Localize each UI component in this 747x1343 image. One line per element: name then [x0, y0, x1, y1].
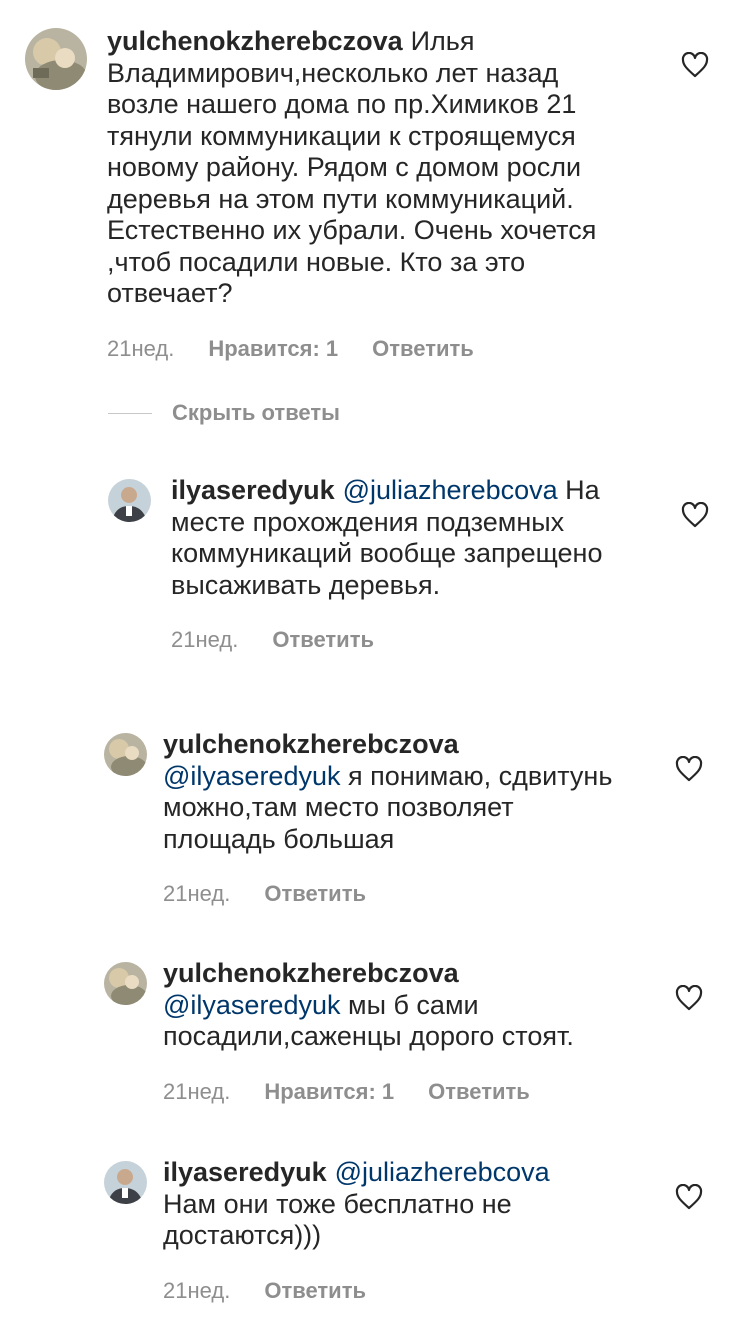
- reply-comment: ilyaseredyuk @juliazherebcova На месте пр…: [108, 475, 628, 653]
- comment-likes[interactable]: Нравится: 1: [208, 336, 338, 362]
- reply-mention[interactable]: @juliazherebcova: [335, 1157, 550, 1187]
- main-comment: yulchenokzherebczova Илья Владимирович,не…: [25, 26, 625, 362]
- heart-outline-icon[interactable]: [675, 984, 703, 1011]
- reply-button[interactable]: Ответить: [264, 881, 366, 907]
- reply-username[interactable]: yulchenokzherebczova: [163, 958, 459, 988]
- hide-replies-button[interactable]: Скрыть ответы: [108, 400, 340, 426]
- reply-meta: 21нед. Ответить: [171, 627, 628, 653]
- comment-username[interactable]: yulchenokzherebczova: [107, 26, 403, 56]
- reply-meta: 21нед. Нравится: 1 Ответить: [163, 1079, 624, 1105]
- reply-button[interactable]: Ответить: [428, 1079, 530, 1105]
- avatar-photo-icon: [108, 479, 151, 522]
- avatar[interactable]: [104, 962, 147, 1005]
- avatar-photo-icon: [104, 733, 147, 776]
- reply-body: Нам они тоже бесплатно не достаются))): [163, 1188, 512, 1251]
- comment-body: Илья Владимирович,несколько лет назад во…: [107, 26, 597, 308]
- reply-meta: 21нед. Ответить: [163, 1278, 624, 1304]
- reply-username[interactable]: yulchenokzherebczova: [163, 729, 459, 759]
- reply-button[interactable]: Ответить: [264, 1278, 366, 1304]
- reply-comment: ilyaseredyuk @juliazherebcova Нам они тоже…: [104, 1157, 624, 1304]
- reply-text: yulchenokzherebczova @ilyaseredyuk я пони…: [163, 729, 624, 855]
- reply-text: ilyaseredyuk @juliazherebcova Нам они тоже…: [163, 1157, 624, 1252]
- reply-comment: yulchenokzherebczova @ilyaseredyuk мы б с…: [104, 958, 624, 1105]
- reply-time[interactable]: 21нед.: [163, 881, 230, 907]
- avatar[interactable]: [104, 733, 147, 776]
- reply-time[interactable]: 21нед.: [163, 1278, 230, 1304]
- avatar-photo-icon: [104, 962, 147, 1005]
- reply-text: yulchenokzherebczova @ilyaseredyuk мы б с…: [163, 958, 624, 1053]
- avatar-photo-icon: [25, 28, 87, 90]
- reply-comment: yulchenokzherebczova @ilyaseredyuk я пони…: [104, 729, 624, 907]
- reply-mention[interactable]: @juliazherebcova: [343, 475, 558, 505]
- reply-time[interactable]: 21нед.: [171, 627, 238, 653]
- reply-mention[interactable]: @ilyaseredyuk: [163, 990, 340, 1020]
- comment-meta: 21нед. Нравится: 1 Ответить: [107, 336, 625, 362]
- reply-button[interactable]: Ответить: [372, 336, 474, 362]
- avatar[interactable]: [25, 28, 87, 90]
- heart-outline-icon[interactable]: [681, 501, 709, 528]
- reply-text: ilyaseredyuk @juliazherebcova На месте пр…: [171, 475, 628, 601]
- comment-time[interactable]: 21нед.: [107, 336, 174, 362]
- divider: [108, 412, 152, 414]
- comment-text: yulchenokzherebczova Илья Владимирович,не…: [107, 26, 625, 310]
- reply-likes[interactable]: Нравится: 1: [264, 1079, 394, 1105]
- avatar[interactable]: [108, 479, 151, 522]
- reply-time[interactable]: 21нед.: [163, 1079, 230, 1105]
- reply-username[interactable]: ilyaseredyuk: [171, 475, 335, 505]
- heart-outline-icon[interactable]: [675, 755, 703, 782]
- heart-outline-icon[interactable]: [681, 51, 709, 78]
- reply-mention[interactable]: @ilyaseredyuk: [163, 761, 340, 791]
- reply-button[interactable]: Ответить: [272, 627, 374, 653]
- avatar-photo-icon: [104, 1161, 147, 1204]
- avatar[interactable]: [104, 1161, 147, 1204]
- hide-replies-label: Скрыть ответы: [172, 400, 340, 425]
- reply-username[interactable]: ilyaseredyuk: [163, 1157, 327, 1187]
- reply-meta: 21нед. Ответить: [163, 881, 624, 907]
- heart-outline-icon[interactable]: [675, 1183, 703, 1210]
